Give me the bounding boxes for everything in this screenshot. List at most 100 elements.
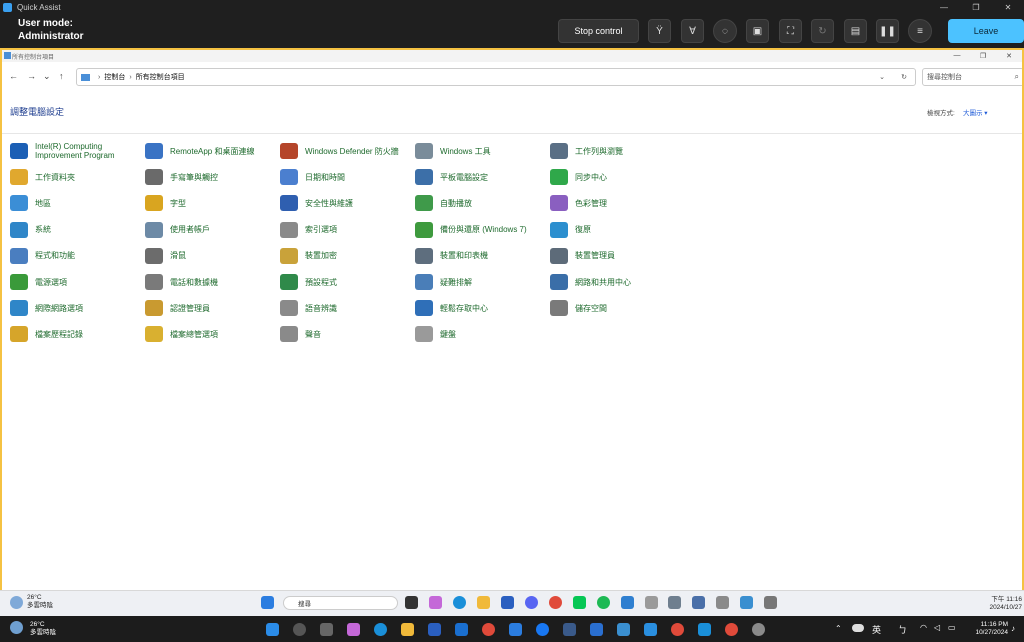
annotate-icon[interactable]: ∀ bbox=[681, 19, 704, 43]
local-weather[interactable]: 26°C 多雲時陰 bbox=[30, 621, 56, 637]
control-panel-item[interactable]: 網路和共用中心 bbox=[550, 271, 678, 293]
control-panel-item[interactable]: 色彩管理 bbox=[550, 192, 678, 214]
laser-pointer-icon[interactable]: Ϋ bbox=[648, 19, 671, 43]
control-panel-item[interactable]: 電話和數據機 bbox=[145, 271, 273, 293]
remote-copilot-icon[interactable] bbox=[429, 596, 442, 609]
remote-devices-icon[interactable] bbox=[692, 596, 705, 609]
recent-icon[interactable]: ⌄ bbox=[43, 71, 51, 82]
remote-desktop-view[interactable]: 所有控制台項目 — ❐ ✕ ← → ⌄ ↑ › 控制台 › 所有控制台項目 ⌄ … bbox=[0, 48, 1024, 614]
remote-start-icon[interactable] bbox=[261, 596, 274, 609]
control-panel-item[interactable]: 裝置管理員 bbox=[550, 245, 678, 267]
local-stocks-icon[interactable] bbox=[563, 623, 576, 636]
control-panel-item[interactable]: 備份與還原 (Windows 7) bbox=[415, 219, 543, 241]
control-panel-item[interactable]: 日期和時間 bbox=[280, 166, 408, 188]
local-facebook-icon[interactable] bbox=[536, 623, 549, 636]
local-start-icon[interactable] bbox=[266, 623, 279, 636]
control-panel-item[interactable]: 平板電腦設定 bbox=[415, 166, 543, 188]
control-panel-item[interactable]: 疑難排解 bbox=[415, 271, 543, 293]
control-panel-item[interactable]: 自動播放 bbox=[415, 192, 543, 214]
remote-weather-icon[interactable] bbox=[10, 596, 23, 609]
control-panel-item[interactable]: 檔案總管選項 bbox=[145, 323, 273, 345]
control-panel-item[interactable]: 手寫筆與觸控 bbox=[145, 166, 273, 188]
local-settings-icon[interactable] bbox=[752, 623, 765, 636]
control-panel-item[interactable]: 索引選項 bbox=[280, 219, 408, 241]
restart-icon[interactable]: ↻ bbox=[811, 19, 834, 43]
remote-discord-icon[interactable] bbox=[525, 596, 538, 609]
remote-remote-icon[interactable] bbox=[621, 596, 634, 609]
local-search-icon[interactable] bbox=[293, 623, 306, 636]
wifi-icon[interactable]: ◠ bbox=[920, 623, 927, 632]
control-panel-item[interactable]: 地區 bbox=[10, 192, 138, 214]
task-manager-icon[interactable]: ▣ bbox=[746, 19, 769, 43]
maximize-icon[interactable]: ❐ bbox=[960, 3, 992, 12]
remote-explorer-icon[interactable] bbox=[477, 596, 490, 609]
control-panel-item[interactable]: Windows 工具 bbox=[415, 140, 543, 162]
control-panel-item[interactable]: RemoteApp 和桌面連線 bbox=[145, 140, 273, 162]
ime-icon[interactable]: ㄅ bbox=[898, 623, 907, 636]
notification-bell-icon[interactable]: ♪ bbox=[1011, 624, 1015, 633]
control-panel-item[interactable]: 裝置和印表機 bbox=[415, 245, 543, 267]
control-panel-item[interactable]: 同步中心 bbox=[550, 166, 678, 188]
control-panel-item[interactable]: 工作列與瀏覽 bbox=[550, 140, 678, 162]
breadcrumb-all-items[interactable]: 所有控制台項目 bbox=[136, 72, 185, 82]
address-dropdown-icon[interactable]: ⌄ bbox=[879, 73, 885, 81]
back-icon[interactable]: ← bbox=[9, 71, 18, 81]
local-copilot-icon[interactable] bbox=[347, 623, 360, 636]
control-panel-item[interactable]: 儲存空間 bbox=[550, 297, 678, 319]
control-panel-item[interactable]: Intel(R) Computing Improvement Program bbox=[10, 140, 138, 162]
remote-edge-icon[interactable] bbox=[453, 596, 466, 609]
local-app-icon[interactable] bbox=[590, 623, 603, 636]
local-weather-icon[interactable] bbox=[10, 621, 23, 634]
local-quick-assist-icon[interactable] bbox=[644, 623, 657, 636]
local-chrome-3-icon[interactable] bbox=[725, 623, 738, 636]
control-panel-item[interactable]: 聲音 bbox=[280, 323, 408, 345]
local-taskview-icon[interactable] bbox=[320, 623, 333, 636]
control-panel-item[interactable]: 電源選項 bbox=[10, 271, 138, 293]
control-panel-item[interactable]: 安全性與維護 bbox=[280, 192, 408, 214]
control-panel-item[interactable]: 語音辨識 bbox=[280, 297, 408, 319]
view-by-dropdown[interactable]: 大圖示 ▾ bbox=[963, 107, 988, 117]
remote-clock[interactable]: 下午 11:16 2024/10/27 bbox=[970, 596, 1022, 612]
local-vscode-icon[interactable] bbox=[509, 623, 522, 636]
local-chrome-2-icon[interactable] bbox=[671, 623, 684, 636]
volume-icon[interactable]: ◁ bbox=[934, 623, 940, 632]
local-cloud-icon[interactable] bbox=[852, 624, 864, 632]
address-bar[interactable]: › 控制台 › 所有控制台項目 ⌄ ↻ bbox=[76, 68, 916, 86]
local-outlook-icon[interactable] bbox=[455, 623, 468, 636]
local-chrome-icon[interactable] bbox=[482, 623, 495, 636]
control-panel-item[interactable]: 裝置加密 bbox=[280, 245, 408, 267]
local-store-icon[interactable] bbox=[428, 623, 441, 636]
local-edge-icon[interactable] bbox=[374, 623, 387, 636]
menu-icon[interactable]: ≡ bbox=[908, 19, 932, 43]
local-remote-icon[interactable] bbox=[617, 623, 630, 636]
remote-display-icon[interactable] bbox=[740, 596, 753, 609]
battery-icon[interactable]: ▭ bbox=[948, 623, 956, 632]
cp-maximize-icon[interactable]: ❐ bbox=[970, 52, 996, 60]
chevron-up-icon[interactable]: ⌃ bbox=[835, 624, 842, 633]
control-panel-item[interactable]: 輕鬆存取中心 bbox=[415, 297, 543, 319]
remote-taskbar-search[interactable]: 搜尋 bbox=[283, 596, 398, 610]
remote-app-icon[interactable] bbox=[645, 596, 658, 609]
chat-icon[interactable]: ◌ bbox=[713, 19, 737, 43]
control-panel-item[interactable]: 工作資料夾 bbox=[10, 166, 138, 188]
up-icon[interactable]: ↑ bbox=[59, 71, 64, 81]
control-panel-item[interactable]: 認證管理員 bbox=[145, 297, 273, 319]
control-panel-item[interactable]: 鍵盤 bbox=[415, 323, 543, 345]
refresh-icon[interactable]: ↻ bbox=[901, 73, 907, 81]
remote-device-icon[interactable] bbox=[764, 596, 777, 609]
control-panel-search-input[interactable]: 搜尋控制台 ⌕ bbox=[922, 68, 1022, 86]
pause-icon[interactable]: ❚❚ bbox=[876, 19, 899, 43]
control-panel-item[interactable]: 程式和功能 bbox=[10, 245, 138, 267]
control-panel-item[interactable]: Windows Defender 防火牆 bbox=[280, 140, 408, 162]
stop-control-button[interactable]: Stop control bbox=[558, 19, 639, 43]
leave-button[interactable]: Leave bbox=[948, 19, 1024, 43]
fullscreen-icon[interactable]: ⛶ bbox=[779, 19, 802, 43]
control-panel-item[interactable]: 字型 bbox=[145, 192, 273, 214]
close-icon[interactable]: ✕ bbox=[992, 3, 1024, 12]
input-language[interactable]: 英 bbox=[872, 623, 881, 636]
cp-close-icon[interactable]: ✕ bbox=[996, 52, 1022, 60]
remote-store-icon[interactable] bbox=[501, 596, 514, 609]
remote-chrome-icon[interactable] bbox=[549, 596, 562, 609]
switch-monitor-icon[interactable]: ▤ bbox=[844, 19, 867, 43]
remote-weather[interactable]: 26°C 多雲時陰 bbox=[27, 594, 53, 610]
